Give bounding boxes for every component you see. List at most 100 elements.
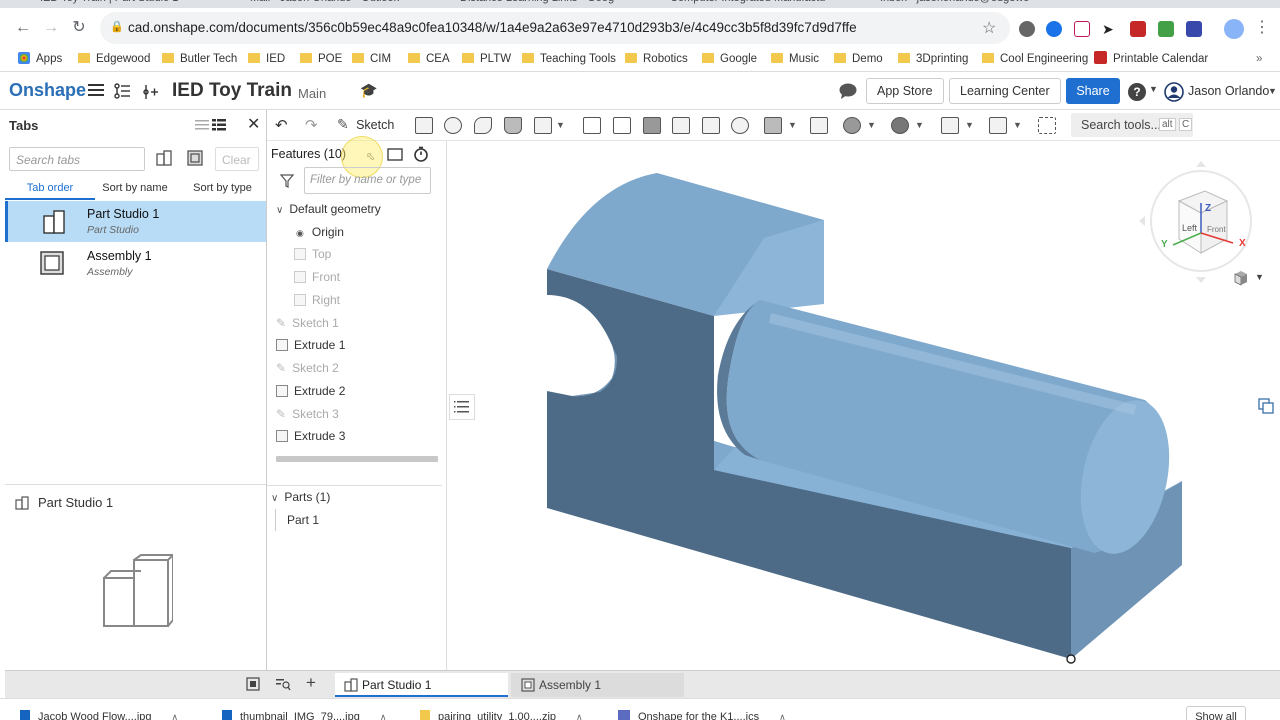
browser-tab[interactable]: Computer Integrated Manufactu bbox=[670, 0, 850, 8]
omnibox[interactable]: 🔒 cad.onshape.com/documents/356c0b59ec48… bbox=[100, 12, 1010, 44]
extension-icon[interactable] bbox=[1074, 21, 1090, 37]
extrude-icon[interactable] bbox=[415, 117, 433, 134]
bookmark-folder[interactable]: Google bbox=[702, 50, 757, 68]
branch-label[interactable]: Main bbox=[298, 86, 326, 101]
extension-icon[interactable] bbox=[1019, 21, 1035, 37]
chevron-down-icon[interactable]: ▼ bbox=[788, 120, 797, 130]
clear-button[interactable]: Clear bbox=[215, 147, 259, 171]
comments-icon[interactable] bbox=[838, 82, 858, 100]
bookmark-folder[interactable]: Teaching Tools bbox=[522, 50, 616, 68]
filter-features-input[interactable]: Filter by name or type bbox=[304, 167, 431, 194]
rollback-bar[interactable] bbox=[276, 456, 438, 462]
mirror-icon[interactable] bbox=[810, 117, 828, 134]
bookmark-folder[interactable]: Demo bbox=[834, 50, 883, 68]
fillet-icon[interactable] bbox=[583, 117, 601, 134]
user-avatar-icon[interactable] bbox=[1164, 82, 1184, 102]
revolve-icon[interactable] bbox=[444, 117, 462, 134]
loft-icon[interactable] bbox=[504, 117, 522, 134]
reload-icon[interactable]: ↻ bbox=[69, 18, 89, 38]
rollback-folder-icon[interactable] bbox=[387, 148, 403, 161]
search-tools-input[interactable]: Search tools... alt C bbox=[1071, 113, 1193, 137]
feature-origin[interactable]: ◉ Origin bbox=[296, 222, 344, 242]
graphics-viewport[interactable]: Left Front Z Y X ▼ bbox=[447, 141, 1280, 670]
timer-icon[interactable] bbox=[413, 146, 429, 162]
bottom-tab-assembly[interactable]: Assembly 1 bbox=[511, 673, 684, 697]
feature-top-plane[interactable]: Top bbox=[294, 244, 331, 264]
bookmark-folder[interactable]: Music bbox=[771, 50, 819, 68]
shell-icon[interactable] bbox=[702, 117, 720, 134]
feature-sketch-1[interactable]: ✎ Sketch 1 bbox=[276, 313, 339, 333]
pattern-icon[interactable] bbox=[764, 117, 782, 134]
profile-avatar[interactable] bbox=[1224, 19, 1244, 39]
bookmark-folder[interactable]: IED bbox=[248, 50, 285, 68]
close-icon[interactable]: ✕ bbox=[247, 114, 260, 134]
thicken-icon[interactable] bbox=[534, 117, 552, 134]
chevron-down-icon[interactable]: ▼ bbox=[1149, 84, 1158, 94]
bookmark-folder[interactable]: Cool Engineering bbox=[982, 50, 1088, 68]
show-all-button[interactable]: Show all bbox=[1186, 706, 1246, 720]
add-tab-icon[interactable]: + bbox=[306, 673, 316, 693]
insert-part-studio-icon[interactable] bbox=[156, 150, 172, 166]
chevron-down-icon[interactable]: ▼ bbox=[1255, 272, 1264, 282]
list-view-icon[interactable] bbox=[195, 119, 209, 131]
create-version-icon[interactable] bbox=[141, 82, 159, 100]
undo-icon[interactable]: ↶ bbox=[275, 116, 288, 134]
bookmark-folder[interactable]: CIM bbox=[352, 50, 391, 68]
more-bookmarks-icon[interactable]: » bbox=[1256, 50, 1262, 68]
bookmark-folder[interactable]: CEA bbox=[408, 50, 450, 68]
browser-tab[interactable]: Distance Learning Links - Goog bbox=[460, 0, 630, 8]
arrow-extension-icon[interactable]: ➤ bbox=[1102, 21, 1118, 37]
user-name[interactable]: Jason Orlando bbox=[1188, 84, 1269, 98]
view-options-cube-icon[interactable] bbox=[1233, 270, 1249, 286]
onshape-logo[interactable]: Onshape bbox=[9, 80, 86, 101]
browser-tab[interactable]: Mail - Jason Orlando - Outlook bbox=[250, 0, 430, 8]
download-item[interactable]: pairing_utility_1.00....zip ∧ bbox=[420, 710, 583, 720]
bottom-tab-part-studio[interactable]: Part Studio 1 bbox=[335, 673, 508, 697]
part-item[interactable]: Part 1 bbox=[287, 510, 319, 530]
sketch-button[interactable]: ✎ Sketch bbox=[337, 116, 394, 136]
feature-sketch-2[interactable]: ✎ Sketch 2 bbox=[276, 358, 339, 378]
extension-icon[interactable] bbox=[1158, 21, 1174, 37]
forward-icon[interactable]: → bbox=[41, 18, 61, 38]
extension-icon[interactable] bbox=[1046, 21, 1062, 37]
bookmark-apps[interactable]: Apps bbox=[18, 50, 62, 68]
feature-sketch-3[interactable]: ✎ Sketch 3 bbox=[276, 404, 339, 424]
draft-icon[interactable] bbox=[643, 117, 661, 134]
feature-extrude-3[interactable]: Extrude 3 bbox=[276, 426, 345, 446]
redo-icon[interactable]: ↷ bbox=[305, 116, 318, 134]
sweep-icon[interactable] bbox=[474, 117, 492, 134]
detail-view-icon[interactable] bbox=[212, 119, 226, 131]
chevron-down-icon[interactable]: ▼ bbox=[965, 120, 974, 130]
bookmark-folder[interactable]: PLTW bbox=[462, 50, 511, 68]
chevron-down-icon[interactable]: ▼ bbox=[1013, 120, 1022, 130]
download-item[interactable]: Jacob Wood Flow....jpg ∧ bbox=[20, 710, 178, 720]
feature-front-plane[interactable]: Front bbox=[294, 267, 340, 287]
chamfer-icon[interactable] bbox=[613, 117, 631, 134]
extension-icon[interactable] bbox=[1186, 21, 1202, 37]
bookmark-calendar[interactable]: Printable Calendar bbox=[1094, 50, 1208, 68]
hamburger-menu-icon[interactable] bbox=[88, 82, 104, 98]
rib-icon[interactable] bbox=[672, 117, 690, 134]
split-icon[interactable] bbox=[891, 117, 909, 134]
bookmark-folder[interactable]: 3Dprinting bbox=[898, 50, 968, 68]
learning-center-button[interactable]: Learning Center bbox=[949, 78, 1061, 104]
chevron-down-icon[interactable]: ▼ bbox=[867, 120, 876, 130]
app-store-button[interactable]: App Store bbox=[866, 78, 944, 104]
default-geometry-group[interactable]: ∨ Default geometry bbox=[276, 199, 381, 219]
chevron-down-icon[interactable]: ▼ bbox=[556, 120, 565, 130]
tab-item-assembly[interactable]: Assembly 1 Assembly bbox=[5, 244, 266, 285]
version-graph-icon[interactable] bbox=[113, 82, 131, 100]
bookmark-folder[interactable]: Robotics bbox=[625, 50, 688, 68]
sort-by-name-tab[interactable]: Sort by name bbox=[95, 178, 175, 200]
share-button[interactable]: Share bbox=[1066, 78, 1120, 104]
bookmark-folder[interactable]: POE bbox=[300, 50, 342, 68]
download-item[interactable]: thumbnail_IMG_79....jpg ∧ bbox=[222, 710, 386, 720]
menu-icon[interactable]: ⋮ bbox=[1252, 18, 1272, 38]
feature-extrude-2[interactable]: Extrude 2 bbox=[276, 381, 345, 401]
browser-tab[interactable]: Inbox - jasonorlando@edgewo bbox=[880, 0, 1060, 8]
search-tabs-icon[interactable] bbox=[275, 677, 291, 691]
feature-extrude-1[interactable]: Extrude 1 bbox=[276, 335, 345, 355]
hole-icon[interactable] bbox=[731, 117, 749, 134]
help-icon[interactable]: ? bbox=[1128, 83, 1146, 101]
back-icon[interactable]: ← bbox=[13, 18, 33, 38]
